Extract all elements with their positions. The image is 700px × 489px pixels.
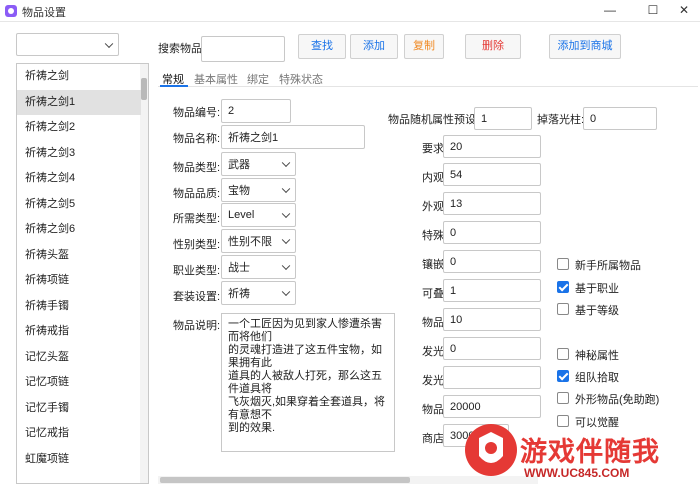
chevron-down-icon — [281, 261, 291, 271]
required-type-label: 所需类型: — [173, 213, 221, 225]
weight-field[interactable]: 10 — [443, 308, 541, 331]
title-bar — [0, 0, 700, 22]
delete-button[interactable]: 删除 — [465, 34, 521, 59]
set-select[interactable]: 祈祷 — [221, 281, 296, 305]
list-item[interactable]: 虹魔项链 — [17, 447, 141, 472]
checkbox-label: 基于等级 — [575, 305, 619, 317]
scrollbar-thumb[interactable] — [160, 477, 410, 483]
tab-basic-attributes[interactable]: 基本属性 — [194, 71, 238, 87]
checkbox[interactable] — [557, 370, 569, 382]
list-item[interactable]: 祈祷之剑1 — [17, 89, 141, 115]
item-id-label: 物品编号: — [173, 107, 221, 119]
gender-type-label: 性别类型: — [173, 239, 221, 251]
search-label: 搜索物品 — [158, 43, 202, 55]
chevron-down-icon — [281, 209, 291, 219]
item-quality-select[interactable]: 宝物 — [221, 178, 296, 202]
item-name-label: 物品名称: — [173, 133, 221, 145]
list-item[interactable]: 记忆手镯 — [17, 396, 141, 421]
item-quality-label: 物品品质: — [173, 188, 221, 200]
tab-binding[interactable]: 绑定 — [247, 71, 269, 87]
copy-button[interactable]: 复制 — [404, 34, 444, 59]
find-button[interactable]: 查找 — [298, 34, 346, 59]
checkbox[interactable] — [557, 258, 569, 270]
item-list[interactable]: 祈祷之剑 祈祷之剑1 祈祷之剑2 祈祷之剑3 祈祷之剑4 祈祷之剑5 祈祷之剑6 祈祷头盔 祈祷… — [16, 63, 149, 484]
outer-image-field[interactable]: 13 — [443, 192, 541, 215]
list-scrollbar[interactable] — [140, 64, 148, 483]
list-item[interactable]: 祈祷之剑3 — [17, 141, 141, 166]
watermark-text: 游戏伴随我 — [520, 437, 660, 467]
checkbox-label: 新手所属物品 — [575, 260, 641, 272]
list-item[interactable]: 祈祷头盔 — [17, 243, 141, 268]
maximize-icon[interactable]: ☐ — [643, 2, 663, 18]
stack-count-field[interactable]: 1 — [443, 279, 541, 302]
checkbox-label: 外形物品(免助跑) — [575, 394, 660, 406]
inner-image-field[interactable]: 54 — [443, 163, 541, 186]
chevron-down-icon — [281, 287, 291, 297]
chevron-down-icon — [281, 235, 291, 245]
random-preset-label: 物品随机属性预设: — [388, 114, 480, 126]
app-icon — [5, 5, 17, 17]
drop-beam-field[interactable]: 0 — [583, 107, 657, 130]
checkbox-label: 组队拾取 — [575, 372, 619, 384]
glow-range-field[interactable]: 0 — [443, 337, 541, 360]
checkbox[interactable] — [557, 348, 569, 360]
special-effect-field[interactable]: 0 — [443, 221, 541, 244]
watermark-url: WWW.UC845.COM — [524, 466, 630, 480]
add-button[interactable]: 添加 — [350, 34, 398, 59]
list-item[interactable]: 祈祷之剑2 — [17, 115, 141, 140]
list-item[interactable]: 祈祷手镯 — [17, 294, 141, 319]
list-item[interactable]: 记忆项链 — [17, 370, 141, 395]
item-type-label: 物品类型: — [173, 162, 221, 174]
add-to-store-button[interactable]: 添加到商城 — [549, 34, 621, 59]
checkbox[interactable] — [557, 281, 569, 293]
req-level-field[interactable]: 20 — [443, 135, 541, 158]
list-item[interactable]: 祈祷之剑4 — [17, 166, 141, 191]
tab-special-status[interactable]: 特殊状态 — [279, 71, 323, 87]
checkbox[interactable] — [557, 392, 569, 404]
socket-count-field[interactable]: 0 — [443, 250, 541, 273]
chevron-down-icon — [281, 158, 291, 168]
random-preset-field[interactable]: 1 — [474, 107, 532, 130]
gender-type-select[interactable]: 性别不限 — [221, 229, 296, 253]
item-desc-label: 物品说明: — [173, 320, 221, 332]
active-tab-indicator — [160, 85, 188, 87]
checkbox-label: 神秘属性 — [575, 350, 619, 362]
scrollbar-thumb[interactable] — [141, 78, 147, 100]
set-label: 套装设置: — [173, 291, 221, 303]
close-icon[interactable]: ✕ — [674, 2, 694, 18]
list-item[interactable]: 记忆戒指 — [17, 421, 141, 446]
list-item[interactable]: 祈祷之剑5 — [17, 192, 141, 217]
list-item[interactable]: 祈祷戒指 — [17, 319, 141, 344]
item-type-select[interactable]: 武器 — [221, 152, 296, 176]
item-desc-textarea[interactable]: 一个工匠因为见到家人惨遭杀害而将他们 的灵魂打造进了这五件宝物，如果拥有此 道具… — [221, 313, 395, 452]
window-title: 物品设置 — [22, 7, 66, 19]
required-type-select[interactable]: Level — [221, 203, 296, 227]
tab-divider — [158, 86, 698, 87]
item-id-field[interactable]: 2 — [221, 99, 291, 123]
minimize-icon[interactable]: — — [600, 2, 620, 18]
item-name-field[interactable]: 祈祷之剑1 — [221, 125, 365, 149]
list-item[interactable]: 祈祷项链 — [17, 268, 141, 293]
list-item[interactable]: 祈祷之剑6 — [17, 217, 141, 242]
chevron-down-icon — [281, 184, 291, 194]
search-input[interactable] — [201, 36, 285, 62]
list-item[interactable]: 记忆头盔 — [17, 345, 141, 370]
list-item[interactable]: 祈祷之剑 — [17, 64, 141, 89]
job-type-select[interactable]: 战士 — [221, 255, 296, 279]
job-type-label: 职业类型: — [173, 265, 221, 277]
checkbox-label: 基于职业 — [575, 283, 619, 295]
checkbox[interactable] — [557, 303, 569, 315]
chevron-down-icon — [104, 39, 114, 48]
glow-strength-field[interactable] — [443, 366, 541, 389]
category-select[interactable] — [16, 33, 119, 56]
drop-beam-label: 掉落光柱: — [537, 114, 585, 126]
